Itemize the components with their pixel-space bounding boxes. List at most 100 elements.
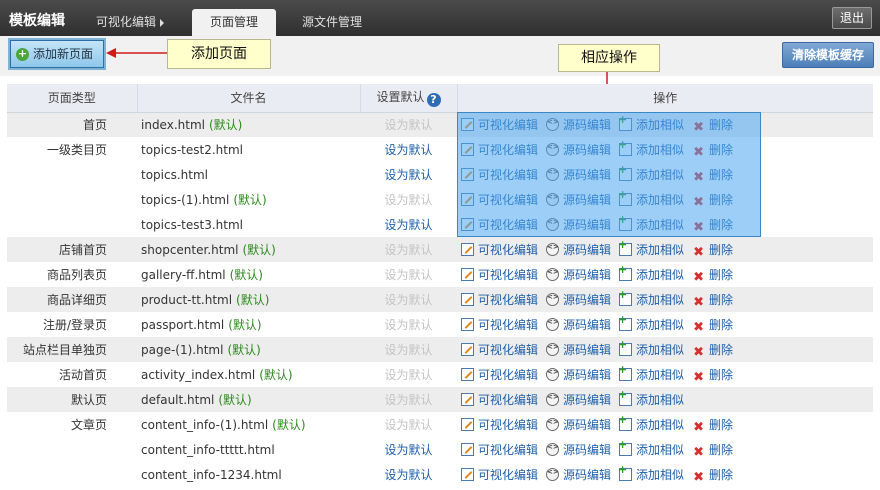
set-default-link[interactable]: 设为默认: [384, 443, 432, 457]
file-name-cell: topics.html: [137, 162, 360, 187]
code-icon: [546, 242, 560, 256]
visual-edit-label: 可视化编辑: [478, 342, 539, 357]
source-edit-link[interactable]: 源码编辑: [546, 141, 611, 158]
delete-link[interactable]: ✖ 删除: [692, 366, 733, 384]
page-type-cell: 商品列表页: [46, 268, 107, 282]
delete-label: 删除: [709, 142, 734, 157]
delete-link[interactable]: ✖ 删除: [692, 341, 733, 359]
delete-link[interactable]: ✖ 删除: [692, 266, 733, 284]
add-similar-label: 添加相似: [636, 117, 685, 132]
source-edit-link[interactable]: 源码编辑: [546, 391, 611, 408]
visual-edit-link[interactable]: 可视化编辑: [461, 116, 538, 133]
visual-edit-label: 可视化编辑: [478, 393, 539, 407]
delete-link[interactable]: ✖ 删除: [692, 316, 733, 334]
page-type-cell: 首页: [7, 112, 137, 137]
delete-link[interactable]: ✖ 删除: [692, 141, 733, 159]
set-default-link[interactable]: 设为默认: [384, 468, 432, 482]
tab-source-management[interactable]: 源文件管理: [302, 9, 362, 36]
visual-edit-link[interactable]: 可视化编辑: [461, 216, 538, 233]
edit-icon: [461, 467, 474, 481]
visual-edit-link[interactable]: 可视化编辑: [461, 141, 538, 158]
exit-button[interactable]: 退出: [832, 7, 872, 29]
visual-edit-link[interactable]: 可视化编辑: [461, 316, 538, 333]
source-edit-link[interactable]: 源码编辑: [546, 466, 611, 483]
visual-edit-link[interactable]: 可视化编辑: [461, 441, 538, 458]
add-page-button[interactable]: + 添加新页面: [10, 40, 104, 68]
set-default-disabled: 设为默认: [384, 193, 433, 207]
add-similar-link[interactable]: 添加相似: [618, 413, 684, 433]
delete-x-icon: ✖: [693, 169, 704, 185]
delete-x-icon: ✖: [693, 194, 704, 210]
file-name-cell: activity_index.html (默认): [137, 362, 360, 387]
file-name: activity_index.html: [141, 368, 256, 382]
set-default-link[interactable]: 设为默认: [384, 218, 432, 232]
delete-link[interactable]: ✖ 删除: [692, 116, 733, 134]
add-similar-link[interactable]: 添加相似: [618, 388, 684, 408]
visual-edit-link[interactable]: 可视化编辑: [461, 466, 538, 483]
col-set-default-label: 设置默认: [376, 90, 425, 105]
code-icon: [546, 467, 560, 481]
tab-visual-edit[interactable]: 可视化编辑: [96, 9, 165, 36]
add-similar-link[interactable]: 添加相似: [618, 238, 685, 258]
delete-link[interactable]: ✖ 删除: [692, 416, 733, 434]
visual-edit-link[interactable]: 可视化编辑: [461, 191, 538, 208]
source-edit-link[interactable]: 源码编辑: [546, 166, 611, 183]
visual-edit-link[interactable]: 可视化编辑: [461, 166, 538, 183]
delete-link[interactable]: ✖ 删除: [692, 291, 733, 309]
add-similar-icon: [618, 238, 633, 256]
add-similar-link[interactable]: 添加相似: [618, 163, 684, 183]
tab-page-management[interactable]: 页面管理: [192, 9, 276, 36]
visual-edit-link[interactable]: 可视化编辑: [461, 266, 538, 283]
visual-edit-link[interactable]: 可视化编辑: [461, 291, 538, 308]
edit-icon: [461, 342, 474, 356]
edit-icon: [461, 442, 474, 456]
delete-link[interactable]: ✖ 删除: [692, 241, 733, 259]
add-similar-link[interactable]: 添加相似: [618, 113, 685, 133]
set-default-link[interactable]: 设为默认: [384, 168, 432, 182]
delete-label: 删除: [709, 167, 734, 182]
delete-link[interactable]: ✖ 删除: [692, 216, 733, 234]
delete-link[interactable]: ✖ 删除: [692, 466, 733, 484]
add-similar-link[interactable]: 添加相似: [618, 313, 684, 333]
delete-link[interactable]: ✖ 删除: [692, 166, 733, 184]
delete-link[interactable]: ✖ 删除: [692, 191, 733, 209]
table-row: 活动首页 activity_index.html(默认) 设为默认 可视化编辑 源码编辑…: [7, 362, 873, 387]
source-edit-link[interactable]: 源码编辑: [546, 366, 611, 383]
add-similar-icon: [618, 113, 633, 131]
add-similar-link[interactable]: 添加相似: [618, 138, 684, 158]
source-edit-link[interactable]: 源码编辑: [546, 291, 611, 308]
file-name-cell: passport.html (默认): [137, 312, 360, 337]
add-similar-link[interactable]: 添加相似: [618, 463, 684, 483]
source-edit-link[interactable]: 源码编辑: [546, 441, 611, 458]
source-edit-link[interactable]: 源码编辑: [546, 116, 611, 133]
source-edit-link[interactable]: 源码编辑: [546, 416, 611, 433]
source-edit-link[interactable]: 源码编辑: [546, 241, 611, 258]
add-similar-link[interactable]: 添加相似: [618, 338, 684, 358]
page-type-cell: [7, 212, 137, 237]
source-edit-link[interactable]: 源码编辑: [546, 216, 611, 233]
help-icon[interactable]: ?: [426, 93, 441, 108]
source-edit-link[interactable]: 源码编辑: [546, 266, 611, 283]
source-edit-link[interactable]: 源码编辑: [546, 341, 611, 358]
visual-edit-link[interactable]: 可视化编辑: [461, 341, 538, 358]
visual-edit-link[interactable]: 可视化编辑: [461, 241, 538, 258]
add-similar-link[interactable]: 添加相似: [618, 213, 684, 233]
set-default-link[interactable]: 设为默认: [384, 143, 432, 157]
source-edit-link[interactable]: 源码编辑: [546, 191, 611, 208]
add-similar-link[interactable]: 添加相似: [618, 288, 684, 308]
clear-cache-button[interactable]: 清除模板缓存: [782, 42, 874, 68]
edit-icon: [461, 142, 474, 156]
add-similar-link[interactable]: 添加相似: [618, 188, 684, 208]
delete-x-icon: ✖: [693, 219, 704, 235]
visual-edit-link[interactable]: 可视化编辑: [461, 416, 538, 433]
delete-link[interactable]: ✖ 删除: [692, 441, 733, 459]
add-similar-link[interactable]: 添加相似: [618, 263, 684, 283]
visual-edit-link[interactable]: 可视化编辑: [461, 391, 538, 408]
page-type-cell: [7, 187, 137, 212]
add-similar-label: 添加相似: [636, 242, 685, 257]
add-similar-link[interactable]: 添加相似: [618, 438, 684, 458]
source-edit-link[interactable]: 源码编辑: [546, 316, 611, 333]
add-similar-icon: [618, 438, 633, 456]
add-similar-link[interactable]: 添加相似: [618, 363, 684, 383]
visual-edit-link[interactable]: 可视化编辑: [461, 366, 538, 383]
